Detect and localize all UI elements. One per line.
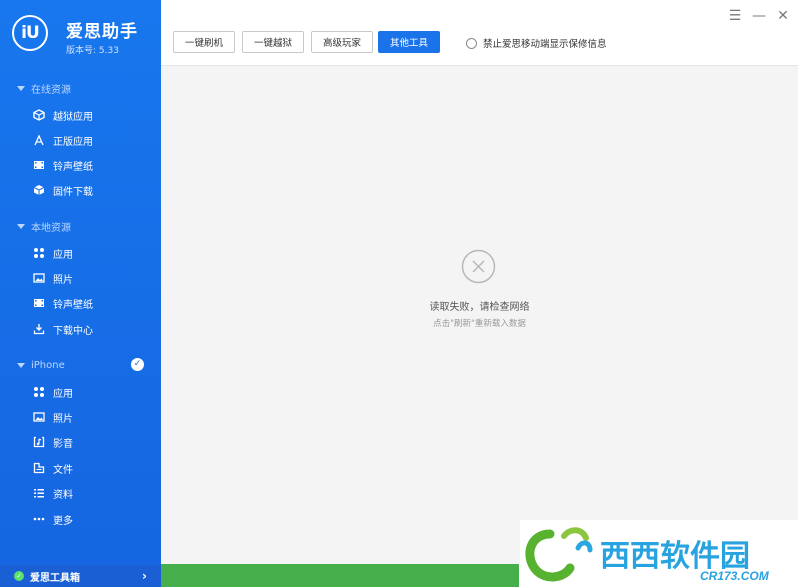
app-version: 版本号: 5.33	[66, 46, 119, 56]
cube-icon	[32, 184, 45, 197]
section-online-resources[interactable]: 在线资源	[0, 78, 161, 98]
sidebar-item-label: 资料	[53, 489, 73, 501]
music-icon	[32, 436, 45, 449]
caret-down-icon	[17, 362, 25, 368]
sidebar-item-iphone-media[interactable]: 影音	[0, 431, 161, 453]
section-iphone[interactable]: iPhone ✓	[0, 355, 161, 375]
sidebar-item-label: 越狱应用	[53, 111, 93, 123]
photo-icon	[32, 272, 45, 285]
section-title: 在线资源	[31, 84, 71, 96]
menu-icon[interactable]: ☰	[728, 8, 742, 24]
sidebar-item-label: 固件下载	[53, 186, 93, 198]
sidebar-item-label: 影音	[53, 438, 73, 450]
list-icon	[32, 487, 45, 500]
warranty-toggle[interactable]: 禁止爱思移动端显示保修信息	[466, 36, 607, 50]
sidebar-item-firmware-download[interactable]: 固件下载	[0, 179, 161, 201]
box-icon	[32, 109, 45, 122]
toolbox-label: 爱思工具箱	[30, 572, 80, 584]
error-title: 读取失败，请检查网络	[429, 302, 530, 313]
sidebar-item-label: 照片	[53, 274, 73, 286]
error-x-icon[interactable]	[461, 249, 496, 284]
section-title: iPhone	[31, 359, 65, 371]
sidebar-item-label: 照片	[53, 413, 73, 425]
photo-icon	[32, 411, 45, 424]
chevron-right-icon: ›	[142, 569, 147, 583]
grid-icon	[32, 247, 45, 260]
watermark-url: CR173.COM	[700, 569, 770, 583]
sidebar-item-label: 铃声壁纸	[53, 299, 93, 311]
minimize-icon[interactable]: —	[752, 8, 766, 24]
section-title: 本地资源	[31, 222, 71, 234]
sidebar-item-label: 文件	[53, 464, 73, 476]
sidebar-item-local-apps[interactable]: 应用	[0, 242, 161, 264]
radio-button[interactable]	[466, 37, 477, 49]
app-name: 爱思助手	[66, 22, 138, 42]
sidebar-item-label: 铃声壁纸	[53, 161, 93, 173]
bottom-status-bar	[161, 564, 519, 587]
sidebar-item-iphone-files[interactable]: 文件	[0, 457, 161, 479]
connected-check-icon: ✓	[131, 358, 144, 371]
warranty-label: 禁止爱思移动端显示保修信息	[483, 39, 607, 50]
grid-icon	[32, 386, 45, 399]
sidebar-item-label: 应用	[53, 388, 73, 400]
watermark-logo: 西西软件园 CR173.COM	[520, 520, 798, 587]
error-subtitle[interactable]: 点击"刷新"重新载入数据	[161, 317, 798, 329]
main-content: 读取失败，请检查网络 点击"刷新"重新载入数据	[161, 66, 798, 564]
sidebar-item-iphone-apps[interactable]: 应用	[0, 381, 161, 403]
section-local-resources[interactable]: 本地资源	[0, 216, 161, 236]
sidebar-item-label: 下载中心	[53, 325, 93, 337]
app-logo: iU	[12, 15, 48, 51]
sidebar-item-local-photos[interactable]: 照片	[0, 267, 161, 289]
sidebar-item-iphone-info[interactable]: 资料	[0, 482, 161, 504]
sidebar-item-label: 更多	[53, 515, 73, 527]
other-tools-button[interactable]: 其他工具	[378, 31, 440, 53]
sidebar-item-download-center[interactable]: 下载中心	[0, 318, 161, 340]
app-store-icon	[32, 134, 45, 147]
download-icon	[32, 323, 45, 336]
sidebar-item-label: 正版应用	[53, 136, 93, 148]
sidebar: iU 爱思助手 版本号: 5.33 在线资源 越狱应用 正版应用 铃声壁纸 固件…	[0, 0, 161, 587]
file-icon	[32, 462, 45, 475]
film-icon	[32, 159, 45, 172]
film-icon	[32, 297, 45, 310]
caret-down-icon	[17, 223, 25, 229]
sidebar-item-official-apps[interactable]: 正版应用	[0, 129, 161, 151]
logo-area: iU 爱思助手 版本号: 5.33	[0, 0, 161, 66]
window-controls: ☰ — ✕	[728, 8, 790, 24]
caret-down-icon	[17, 85, 25, 91]
sidebar-item-iphone-photos[interactable]: 照片	[0, 406, 161, 428]
one-click-flash-button[interactable]: 一键刷机	[173, 31, 235, 53]
top-toolbar: 一键刷机 一键越狱 高级玩家 其他工具 禁止爱思移动端显示保修信息 ☰ — ✕	[161, 0, 798, 66]
sidebar-item-local-ringtones[interactable]: 铃声壁纸	[0, 292, 161, 314]
advanced-player-button[interactable]: 高级玩家	[311, 31, 373, 53]
check-icon: ✓	[14, 571, 24, 581]
app-window: iU 爱思助手 版本号: 5.33 在线资源 越狱应用 正版应用 铃声壁纸 固件…	[0, 0, 798, 587]
more-icon	[32, 513, 45, 526]
sidebar-item-jailbreak-apps[interactable]: 越狱应用	[0, 104, 161, 126]
sidebar-item-iphone-more[interactable]: 更多	[0, 508, 161, 530]
one-click-jailbreak-button[interactable]: 一键越狱	[242, 31, 304, 53]
sidebar-item-ringtones-wallpapers[interactable]: 铃声壁纸	[0, 154, 161, 176]
close-icon[interactable]: ✕	[776, 8, 790, 24]
sidebar-item-label: 应用	[53, 249, 73, 261]
toolbox-button[interactable]: ✓ 爱思工具箱 ›	[0, 565, 161, 587]
